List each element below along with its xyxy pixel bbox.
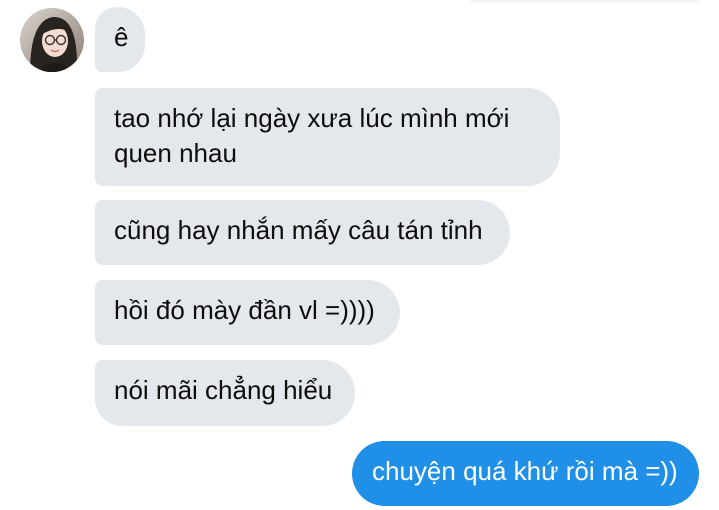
message-text: cũng hay nhắn mấy câu tán tỉnh [114,215,483,245]
message-text: nói mãi chẳng hiểu [114,375,333,405]
message-bubble-incoming[interactable]: cũng hay nhắn mấy câu tán tỉnh [95,200,510,265]
message-text: hồi đó mày đần vl =)))) [114,295,375,325]
message-bubble-outgoing[interactable]: chuyện quá khứ rồi mà =)) [352,441,699,506]
message-text: ê [114,22,129,52]
previous-message-edge [470,0,700,3]
message-bubble-incoming[interactable]: tao nhớ lại ngày xưa lúc mình mới quen n… [95,88,560,186]
profile-photo-icon [20,8,84,72]
message-text: tao nhớ lại ngày xưa lúc mình mới quen n… [114,103,510,168]
message-bubble-incoming[interactable]: hồi đó mày đần vl =)))) [95,280,400,345]
message-bubble-incoming[interactable]: nói mãi chẳng hiểu [95,360,355,426]
message-bubble-incoming[interactable]: ê [95,7,145,72]
message-text: chuyện quá khứ rồi mà =)) [372,456,678,486]
chat-conversation: ê tao nhớ lại ngày xưa lúc mình mới quen… [0,0,719,510]
contact-avatar[interactable] [20,8,84,72]
